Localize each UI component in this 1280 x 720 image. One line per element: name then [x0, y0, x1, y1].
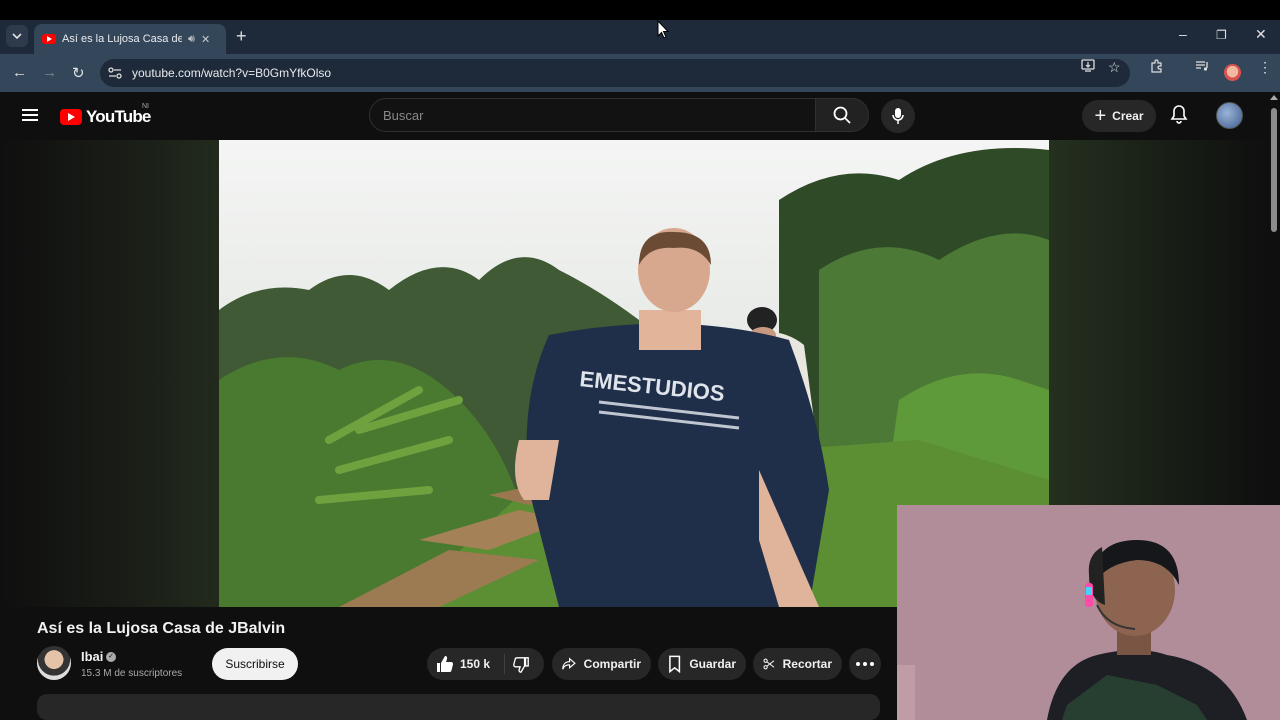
channel-subscriber-count: 15.3 M de suscriptores	[81, 668, 183, 679]
country-code: NI	[142, 103, 149, 110]
forward-arrow-icon[interactable]: →	[42, 64, 57, 81]
scroll-up-arrow-icon[interactable]	[1270, 95, 1278, 100]
clip-button[interactable]: Recortar	[753, 648, 842, 680]
address-url: youtube.com/watch?v=B0GmYfkOlso	[132, 66, 332, 80]
mouse-cursor-icon	[657, 19, 670, 45]
search-icon	[833, 106, 851, 124]
like-button[interactable]	[435, 654, 455, 679]
save-button[interactable]: Guardar	[658, 648, 746, 680]
speaker-icon[interactable]: 🔊︎	[188, 33, 195, 46]
search-button[interactable]	[815, 98, 869, 132]
create-label: Crear	[1112, 109, 1144, 123]
close-window-button[interactable]: ✕	[1255, 26, 1267, 43]
youtube-header: YouTube NI Buscar + Crear	[0, 92, 1280, 140]
channel-avatar[interactable]	[37, 646, 71, 680]
tab-close-icon[interactable]: ✕	[201, 33, 210, 46]
voice-search-button[interactable]	[881, 99, 915, 133]
youtube-logo-text: YouTube	[86, 107, 151, 126]
browser-menu-icon[interactable]: ⋮	[1258, 59, 1272, 76]
reload-icon[interactable]: ↻	[72, 64, 85, 82]
minimize-button[interactable]: –	[1179, 26, 1187, 42]
extensions-icon[interactable]	[1150, 59, 1164, 76]
video-info-section: Así es la Lujosa Casa de JBalvin Ibai ✓ …	[0, 607, 897, 720]
account-avatar[interactable]	[1216, 102, 1243, 129]
media-control-icon[interactable]	[1195, 59, 1209, 75]
save-label: Guardar	[689, 657, 736, 671]
ambient-glow-right	[1049, 140, 1268, 505]
install-app-icon[interactable]	[1081, 59, 1095, 75]
dislike-button[interactable]	[512, 656, 530, 679]
more-actions-button[interactable]	[849, 648, 881, 680]
thumbs-up-icon	[437, 656, 454, 673]
share-button[interactable]: Compartir	[552, 648, 651, 680]
create-button[interactable]: + Crear	[1082, 100, 1156, 132]
microphone-icon	[892, 108, 904, 124]
tab-title: Así es la Lujosa Casa de JBalvin	[62, 33, 182, 45]
webcam-feed	[897, 505, 1280, 720]
like-count: 150 k	[460, 657, 491, 671]
video-title: Así es la Lujosa Casa de JBalvin	[37, 620, 286, 637]
hamburger-menu-icon[interactable]	[22, 109, 38, 121]
share-arrow-icon	[562, 657, 576, 670]
youtube-logo[interactable]: YouTube	[60, 107, 151, 127]
search-input[interactable]: Buscar	[369, 98, 816, 132]
browser-toolbar: ← → ↻ youtube.com/watch?v=B0GmYfkOlso ☆ …	[0, 54, 1280, 92]
profile-avatar-icon[interactable]	[1224, 64, 1241, 81]
webcam-overlay	[897, 505, 1280, 720]
bookmark-star-icon[interactable]: ☆	[1108, 59, 1121, 76]
more-dots-icon	[856, 662, 860, 666]
youtube-favicon-icon	[42, 34, 56, 44]
subscribe-button[interactable]: Suscribirse	[212, 648, 298, 680]
browser-tab-bar: Así es la Lujosa Casa de JBalvin 🔊︎ ✕ + …	[0, 20, 1280, 54]
like-divider	[504, 654, 505, 674]
browser-tab-active[interactable]: Así es la Lujosa Casa de JBalvin 🔊︎ ✕	[34, 24, 226, 54]
tab-search-dropdown[interactable]	[6, 25, 28, 47]
bookmark-icon	[669, 655, 681, 673]
screen-top-strip	[0, 0, 1280, 20]
description-box[interactable]	[37, 694, 880, 720]
thumbs-down-icon	[513, 657, 529, 673]
ambient-glow-left	[0, 140, 219, 608]
clip-label: Recortar	[782, 657, 832, 671]
address-bar[interactable]: youtube.com/watch?v=B0GmYfkOlso	[100, 59, 1130, 87]
back-arrow-icon[interactable]: ←	[12, 64, 27, 81]
search-placeholder: Buscar	[383, 107, 424, 123]
youtube-play-logo-icon	[60, 109, 82, 125]
plus-icon: +	[1094, 105, 1107, 127]
new-tab-button[interactable]: +	[236, 26, 247, 46]
scrollbar-thumb[interactable]	[1271, 108, 1277, 232]
notifications-bell-icon[interactable]	[1170, 104, 1188, 129]
chevron-down-icon	[12, 33, 22, 39]
share-label: Compartir	[583, 657, 641, 671]
channel-name[interactable]: Ibai	[81, 649, 103, 664]
verified-check-icon: ✓	[106, 652, 116, 662]
scissors-icon	[763, 658, 775, 670]
site-settings-icon[interactable]	[108, 67, 122, 79]
maximize-button[interactable]: ❐	[1216, 28, 1227, 42]
